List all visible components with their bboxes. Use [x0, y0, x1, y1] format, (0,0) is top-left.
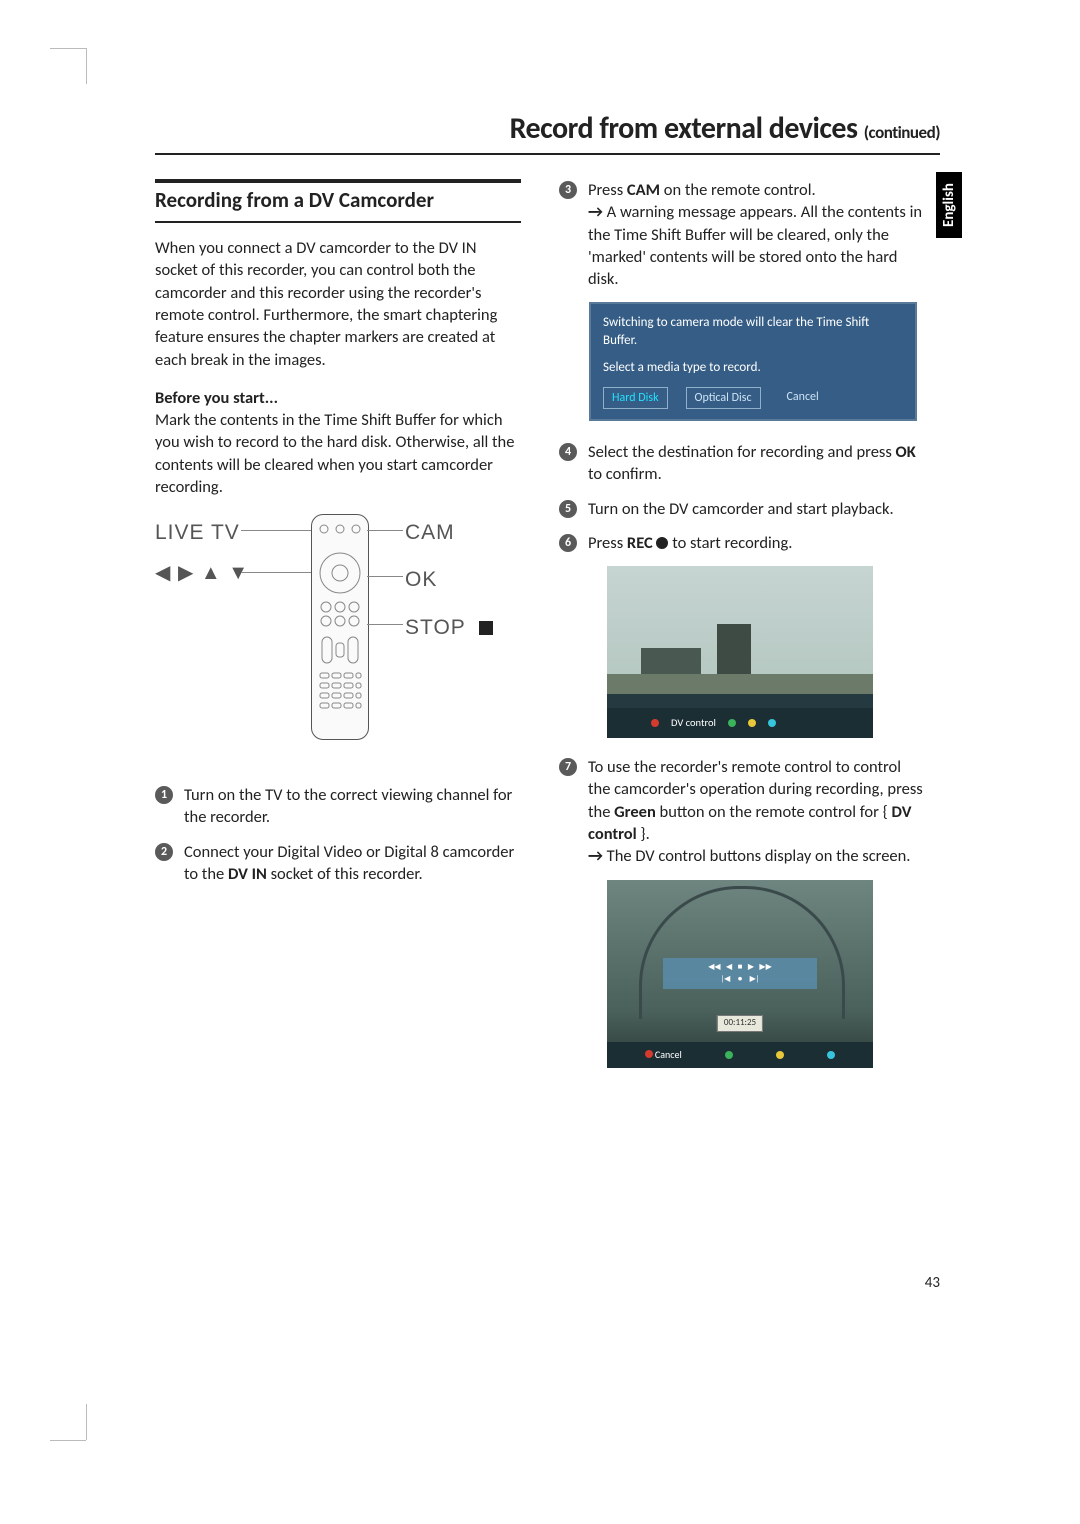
- red-dot-icon: [651, 719, 659, 727]
- arrow-keys-icon: ◀ ▶ ▲ ▼: [155, 560, 249, 587]
- record-icon: [656, 537, 668, 549]
- lead-line: [367, 624, 403, 625]
- intro-paragraph: When you connect a DV camcorder to the D…: [155, 237, 521, 371]
- step-number-icon: 3: [559, 181, 577, 199]
- dv-control-label: DV control: [671, 716, 716, 730]
- lead-line: [367, 576, 403, 577]
- lead-line: [367, 530, 403, 531]
- step-1: 1 Turn on the TV to the correct viewing …: [155, 784, 521, 829]
- label-ok: OK: [405, 566, 437, 594]
- step-4: 4 Select the destination for recording a…: [559, 441, 925, 486]
- cyan-dot-icon: [768, 719, 776, 727]
- title-main: Record from external devices: [510, 110, 858, 147]
- step-1-text: Turn on the TV to the correct viewing ch…: [184, 784, 521, 829]
- result-arrow: A warning message appears. All the conte…: [588, 202, 922, 289]
- page-title: Record from external devices (continued): [155, 110, 940, 155]
- remote-diagram: LIVE TV ◀ ▶ ▲ ▼ CAM OK STOP: [155, 514, 521, 754]
- screenshot-dv-control: DV control: [607, 566, 873, 738]
- result-arrow: The DV control buttons display on the sc…: [588, 846, 910, 866]
- red-dot-icon: [645, 1050, 653, 1058]
- manual-page: Record from external devices (continued)…: [155, 110, 940, 1086]
- step-5-text: Turn on the DV camcorder and start playb…: [588, 498, 925, 520]
- step-number-icon: 2: [155, 843, 173, 861]
- right-column: 3 Press CAM on the remote control. A war…: [559, 179, 925, 1086]
- optical-disc-button[interactable]: Optical Disc: [686, 387, 761, 409]
- media-select-dialog: Switching to camera mode will clear the …: [589, 302, 917, 421]
- label-cam: CAM: [405, 519, 455, 547]
- label-live-tv: LIVE TV: [155, 519, 240, 547]
- before-label: Before you start...: [155, 388, 278, 408]
- step-number-icon: 7: [559, 758, 577, 776]
- cyan-dot-icon: [827, 1051, 835, 1059]
- dialog-line2: Select a media type to record.: [603, 359, 903, 377]
- green-dot-icon: [728, 719, 736, 727]
- language-tab: English: [936, 172, 962, 238]
- step-3: 3 Press CAM on the remote control. A war…: [559, 179, 925, 290]
- hard-disk-button[interactable]: Hard Disk: [603, 387, 668, 409]
- step-7: 7 To use the recorder's remote control t…: [559, 756, 925, 867]
- step-number-icon: 5: [559, 500, 577, 518]
- step-2-text: Connect your Digital Video or Digital 8 …: [184, 841, 521, 886]
- step-2: 2 Connect your Digital Video or Digital …: [155, 841, 521, 886]
- before-you-start: Before you start... Mark the contents in…: [155, 387, 521, 498]
- timecode: 00:11:25: [717, 1015, 763, 1031]
- step-number-icon: 4: [559, 443, 577, 461]
- lead-line: [241, 572, 311, 573]
- green-dot-icon: [725, 1051, 733, 1059]
- stop-icon: [479, 621, 493, 635]
- language-label: English: [940, 183, 958, 227]
- step-6: 6 Press REC to start recording.: [559, 532, 925, 554]
- screenshot-dv-buttons: ◀◀ ◀ ■ ▶ ▶▶ |◀ ● ▶| 00:11:25 Cancel: [607, 880, 873, 1068]
- section-heading: Recording from a DV Camcorder: [155, 179, 521, 223]
- label-stop: STOP: [405, 614, 493, 642]
- remote-outline: [311, 514, 369, 740]
- cancel-button[interactable]: Cancel: [779, 387, 827, 409]
- step-number-icon: 6: [559, 534, 577, 552]
- page-number: 43: [925, 1274, 940, 1292]
- cancel-label: Cancel: [655, 1048, 682, 1061]
- yellow-dot-icon: [748, 719, 756, 727]
- step-number-icon: 1: [155, 786, 173, 804]
- left-column: Recording from a DV Camcorder When you c…: [155, 179, 521, 1086]
- step-5: 5 Turn on the DV camcorder and start pla…: [559, 498, 925, 520]
- onscreen-transport-controls: ◀◀ ◀ ■ ▶ ▶▶ |◀ ● ▶|: [663, 958, 817, 990]
- lead-line: [241, 530, 311, 531]
- before-body: Mark the contents in the Time Shift Buff…: [155, 410, 514, 497]
- dialog-line1: Switching to camera mode will clear the …: [603, 314, 903, 349]
- yellow-dot-icon: [776, 1051, 784, 1059]
- title-continued: (continued): [864, 122, 940, 143]
